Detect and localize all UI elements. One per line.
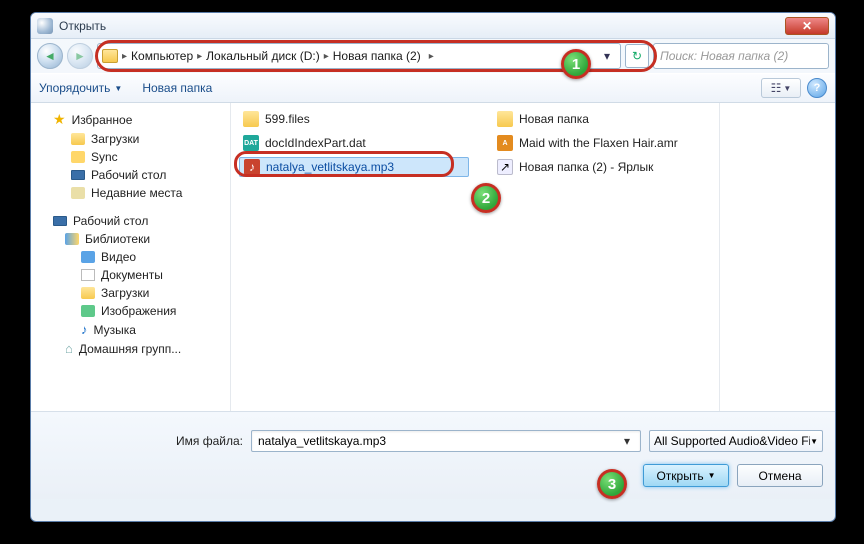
new-folder-button[interactable]: Новая папка	[142, 81, 212, 95]
folder-icon	[243, 111, 259, 127]
toolbar: Упорядочить ▼ Новая папка ☷ ▼ ?	[31, 73, 835, 103]
sidebar-item-pictures[interactable]: Изображения	[31, 302, 230, 320]
file-item[interactable]: ↗Новая папка (2) - Ярлык	[493, 157, 682, 177]
filename-label: Имя файла:	[43, 434, 243, 448]
folder-icon	[102, 49, 118, 63]
file-item-selected[interactable]: ♪natalya_vetlitskaya.mp3	[239, 157, 469, 177]
open-file-dialog: Открыть ✕ ◄ ► ▸Компьютер ▸Локальный диск…	[30, 12, 836, 522]
breadcrumb-1[interactable]: Локальный диск (D:)	[206, 49, 320, 63]
sidebar-item-recent[interactable]: Недавние места	[31, 184, 230, 202]
app-icon	[37, 18, 53, 34]
sidebar-item-desktop[interactable]: Рабочий стол	[31, 166, 230, 184]
nav-row: ◄ ► ▸Компьютер ▸Локальный диск (D:) ▸Нов…	[31, 39, 835, 73]
help-button[interactable]: ?	[807, 78, 827, 98]
desktop-icon	[53, 216, 67, 226]
sidebar-item-downloads[interactable]: Загрузки	[31, 130, 230, 148]
file-item[interactable]: AMaid with the Flaxen Hair.amr	[493, 133, 682, 153]
sidebar-item-documents[interactable]: Документы	[31, 266, 230, 284]
sidebar-favorites[interactable]: ★Избранное	[31, 109, 230, 130]
star-icon: ★	[53, 111, 66, 128]
address-bar[interactable]: ▸Компьютер ▸Локальный диск (D:) ▸Новая п…	[97, 43, 621, 69]
refresh-button[interactable]: ↻	[625, 44, 649, 68]
window-title: Открыть	[59, 19, 106, 33]
sidebar-homegroup[interactable]: ⌂Домашняя групп...	[31, 339, 230, 358]
breadcrumb-2[interactable]: Новая папка (2)	[333, 49, 421, 63]
image-icon	[81, 305, 95, 317]
filename-dropdown[interactable]: ▾	[620, 434, 634, 448]
homegroup-icon: ⌂	[65, 341, 73, 356]
address-dropdown[interactable]: ▾	[598, 49, 616, 63]
video-icon	[81, 251, 95, 263]
file-type-filter[interactable]: All Supported Audio&Video Fil▼	[649, 430, 823, 452]
open-button[interactable]: Открыть▼	[643, 464, 729, 487]
file-item[interactable]: DATdocIdIndexPart.dat	[239, 133, 469, 153]
breadcrumb-0[interactable]: Компьютер	[131, 49, 193, 63]
audio-icon: ♪	[244, 159, 260, 175]
sidebar-libraries[interactable]: Библиотеки	[31, 230, 230, 248]
search-input[interactable]: Поиск: Новая папка (2)	[653, 43, 829, 69]
dat-icon: DAT	[243, 135, 259, 151]
sidebar-item-video[interactable]: Видео	[31, 248, 230, 266]
sidebar-item-sync[interactable]: Sync	[31, 148, 230, 166]
sidebar-desktop[interactable]: Рабочий стол	[31, 212, 230, 230]
folder-icon	[81, 287, 95, 299]
file-list: 599.files DATdocIdIndexPart.dat ♪natalya…	[231, 103, 719, 411]
back-button[interactable]: ◄	[37, 43, 63, 69]
titlebar: Открыть ✕	[31, 13, 835, 39]
shortcut-icon: ↗	[497, 159, 513, 175]
document-icon	[81, 269, 95, 281]
desktop-icon	[71, 170, 85, 180]
sidebar-item-downloads-lib[interactable]: Загрузки	[31, 284, 230, 302]
preview-pane	[719, 103, 835, 411]
organize-menu[interactable]: Упорядочить ▼	[39, 81, 122, 95]
recent-icon	[71, 187, 85, 199]
libraries-icon	[65, 233, 79, 245]
sidebar: ★Избранное Загрузки Sync Рабочий стол Не…	[31, 103, 231, 411]
file-item[interactable]: Новая папка	[493, 109, 682, 129]
footer: Имя файла: natalya_vetlitskaya.mp3▾ All …	[31, 411, 835, 499]
music-icon: ♪	[81, 322, 88, 337]
forward-button[interactable]: ►	[67, 43, 93, 69]
close-button[interactable]: ✕	[785, 17, 829, 35]
filename-input[interactable]: natalya_vetlitskaya.mp3▾	[251, 430, 641, 452]
folder-icon	[497, 111, 513, 127]
audio-icon: A	[497, 135, 513, 151]
folder-icon	[71, 133, 85, 145]
cancel-button[interactable]: Отмена	[737, 464, 823, 487]
folder-icon	[71, 151, 85, 163]
file-item[interactable]: 599.files	[239, 109, 469, 129]
sidebar-item-music[interactable]: ♪Музыка	[31, 320, 230, 339]
view-mode-button[interactable]: ☷ ▼	[761, 78, 801, 98]
